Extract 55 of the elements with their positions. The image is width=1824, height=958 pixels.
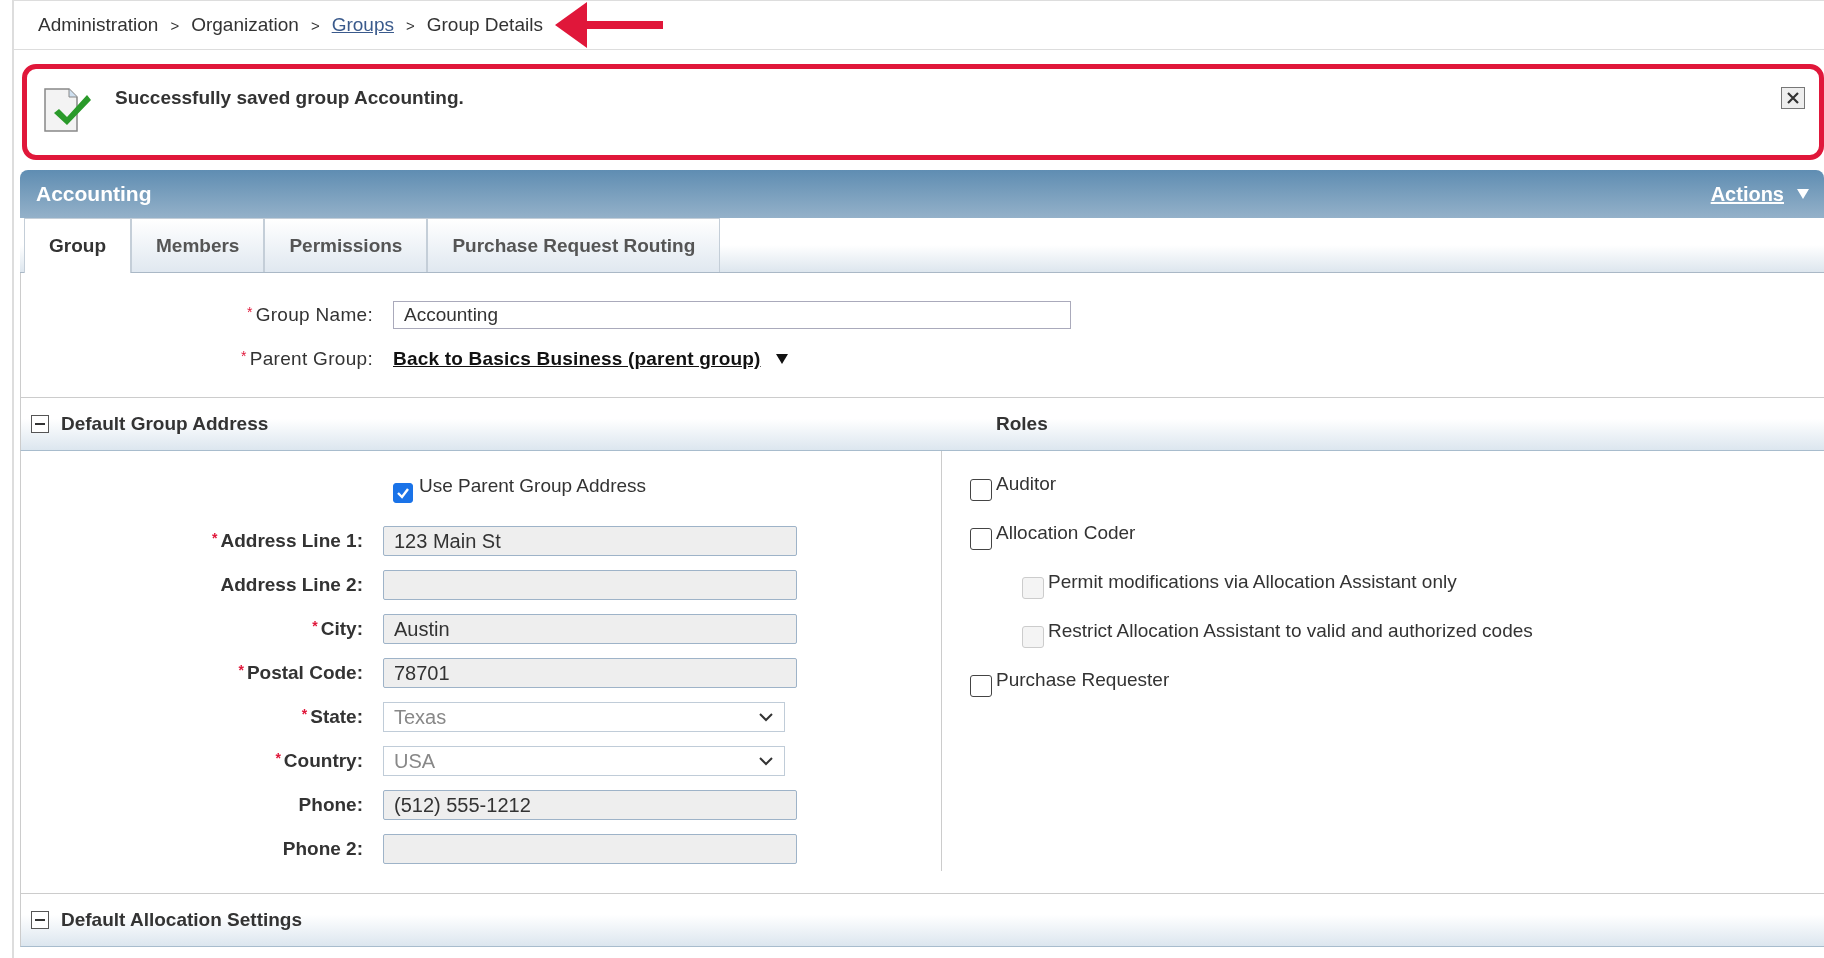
- checkbox-label: Use Parent Group Address: [419, 475, 647, 497]
- checkbox[interactable]: [970, 528, 992, 550]
- checkbox-label: Permit modifications via Allocation Assistant only: [1048, 571, 1457, 593]
- checkbox[interactable]: [970, 479, 992, 501]
- checkbox-label: Allocation Coder: [996, 522, 1136, 544]
- breadcrumb-item: Administration: [38, 14, 159, 36]
- breadcrumb-separator: >: [405, 16, 415, 34]
- section-title: Default Group Address: [61, 413, 269, 435]
- parent-group-link[interactable]: Back to Basics Business (parent group): [393, 348, 761, 370]
- caret-icon[interactable]: [774, 353, 789, 365]
- required-mark: *: [275, 750, 281, 766]
- field-label: Group Name:: [255, 304, 373, 326]
- breadcrumb-separator: >: [170, 16, 180, 34]
- field-label: Phone:: [298, 794, 363, 816]
- breadcrumb-item: Group Details: [426, 14, 543, 36]
- collapse-icon[interactable]: [31, 911, 49, 929]
- required-mark: *: [212, 530, 218, 546]
- dropdown-field[interactable]: USA: [383, 746, 785, 776]
- tab[interactable]: Members: [131, 218, 265, 272]
- field-label: Parent Group:: [249, 348, 373, 370]
- required-mark: *: [312, 618, 318, 634]
- collapse-icon[interactable]: [31, 415, 49, 433]
- field-label: Phone 2:: [282, 838, 363, 860]
- required-mark: *: [301, 706, 308, 722]
- checkbox-label: Auditor: [996, 473, 1057, 495]
- tab[interactable]: Purchase Request Routing: [427, 218, 721, 272]
- tab[interactable]: Permissions: [264, 218, 428, 272]
- tab[interactable]: Group: [24, 218, 131, 273]
- dropdown-field[interactable]: Texas: [383, 702, 785, 732]
- required-mark: *: [246, 304, 253, 320]
- checkbox[interactable]: [393, 483, 413, 503]
- section-title: Default Allocation Settings: [61, 909, 303, 931]
- alert-message: Successfully saved group Accounting.: [115, 87, 464, 109]
- breadcrumb-item: Organization: [191, 14, 299, 36]
- breadcrumb-separator: >: [310, 16, 320, 34]
- checkbox-label: Purchase Requester: [996, 669, 1170, 691]
- caret-icon: [1796, 188, 1810, 200]
- field-label: State:: [310, 706, 363, 728]
- breadcrumb-link[interactable]: Groups: [331, 14, 394, 36]
- chevron-down-icon: [758, 756, 774, 766]
- checkbox-label: Restrict Allocation Assistant to valid and authorized codes: [1048, 620, 1533, 642]
- required-mark: *: [238, 662, 244, 678]
- close-button[interactable]: [1781, 87, 1805, 109]
- section-title: Roles: [996, 413, 1048, 435]
- field-label: Address Line 1:: [220, 530, 363, 552]
- checkbox[interactable]: [970, 675, 992, 697]
- field-label: City:: [320, 618, 363, 640]
- close-icon: [1786, 91, 1800, 105]
- chevron-down-icon: [758, 712, 774, 722]
- field-label: Country:: [283, 750, 363, 772]
- panel-title: Accounting: [36, 182, 152, 206]
- required-mark: *: [241, 348, 247, 364]
- field-label: Postal Code:: [246, 662, 363, 684]
- field-label: Address Line 2:: [220, 574, 363, 596]
- group-name-field[interactable]: Accounting: [393, 301, 1071, 329]
